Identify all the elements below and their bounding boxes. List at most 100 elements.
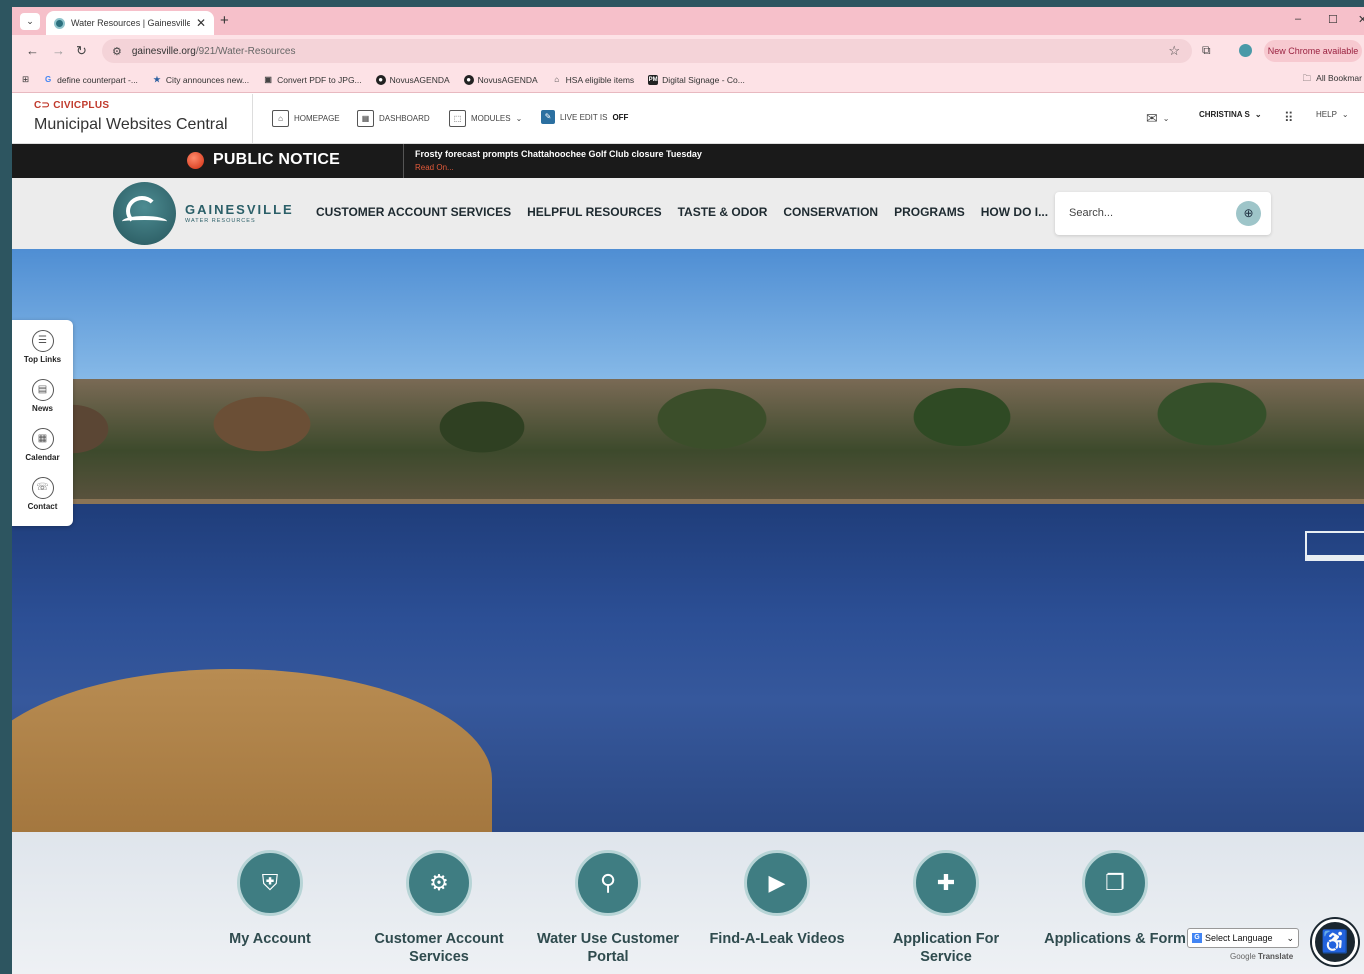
gainesville-logo-icon[interactable] xyxy=(113,182,176,245)
browser-window: ⌄ Water Resources | Gainesville, G ✕ + –… xyxy=(12,7,1364,974)
close-window-button[interactable]: ✕ xyxy=(1358,13,1364,26)
card-my-account[interactable]: ⛨ My Account xyxy=(190,850,350,948)
site-info-icon[interactable]: ⚙ xyxy=(112,45,122,58)
accessibility-icon[interactable]: ♿ xyxy=(1312,919,1358,965)
chevron-down-icon: ⌄ xyxy=(1286,932,1294,943)
bookmark-item[interactable]: ★ City announces new... xyxy=(152,75,249,85)
nav-taste-odor[interactable]: TASTE & ODOR xyxy=(678,205,768,219)
back-arrow-icon[interactable]: ← xyxy=(26,43,39,58)
documents-icon: ❐ xyxy=(1082,850,1148,916)
all-bookmarks-button[interactable]: 🗀 All Bookmar xyxy=(1303,73,1362,87)
chevron-down-icon: ⌄ xyxy=(1162,114,1170,123)
nav-helpful-resources[interactable]: HELPFUL RESOURCES xyxy=(527,205,661,219)
cp-mark-icon: C⊃ xyxy=(34,100,54,111)
site-header: GAINESVILLE WATER RESOURCES CUSTOMER ACC… xyxy=(12,178,1364,249)
maximize-button[interactable]: ☐ xyxy=(1328,13,1338,26)
homepage-label: HOMEPAGE xyxy=(294,114,340,123)
minimize-button[interactable]: – xyxy=(1295,13,1301,25)
homepage-link[interactable]: ⌂ HOMEPAGE xyxy=(272,110,340,127)
signage-icon: PM xyxy=(648,74,659,85)
app-grid-button[interactable]: ⠿ xyxy=(1284,110,1294,126)
nav-conservation[interactable]: CONSERVATION xyxy=(783,205,878,219)
language-select[interactable]: G Select Language ⌄ xyxy=(1187,928,1299,948)
main-nav: CUSTOMER ACCOUNT SERVICES HELPFUL RESOUR… xyxy=(316,205,1064,219)
bookmark-item[interactable]: ▣ Convert PDF to JPG... xyxy=(263,74,361,85)
hero-lake-image xyxy=(12,249,1364,832)
nav-customer-account-services[interactable]: CUSTOMER ACCOUNT SERVICES xyxy=(316,205,511,219)
convert-icon: ▣ xyxy=(264,74,272,84)
civicplus-brand: CIVICPLUS xyxy=(53,100,110,111)
side-link-label: Top Links xyxy=(23,355,62,364)
home-icon: ⌂ xyxy=(272,110,289,127)
profile-icon[interactable] xyxy=(1239,44,1252,57)
side-link-label: News xyxy=(32,404,53,413)
logo-name[interactable]: GAINESVILLE xyxy=(185,202,294,217)
bookmark-item[interactable]: ● NovusAGENDA xyxy=(375,74,450,85)
side-link-top-links[interactable]: ☰ Top Links xyxy=(12,330,73,364)
quick-side-links: ☰ Top Links ▤ News ▦ Calendar ☏ Contact xyxy=(12,320,73,526)
tab-search-dropdown[interactable]: ⌄ xyxy=(20,13,40,30)
modules-menu[interactable]: ⬚ MODULES ⌄ xyxy=(449,110,522,127)
forward-arrow-icon[interactable]: → xyxy=(52,43,65,58)
bookmark-label: NovusAGENDA xyxy=(477,74,538,85)
side-link-calendar[interactable]: ▦ Calendar xyxy=(12,428,73,462)
dashboard-link[interactable]: ▦ DASHBOARD xyxy=(357,110,430,127)
hero-treeline xyxy=(12,379,1364,509)
site-search-input[interactable]: Search... ⊕ xyxy=(1055,192,1271,235)
live-edit-state: OFF xyxy=(612,112,629,122)
browser-tab[interactable]: Water Resources | Gainesville, G ✕ xyxy=(46,11,214,35)
modules-icon: ⬚ xyxy=(449,110,466,127)
card-application-for-service[interactable]: ✚ Application For Service xyxy=(866,850,1026,966)
nav-programs[interactable]: PROGRAMS xyxy=(894,205,965,219)
extensions-icon[interactable]: ⧉ xyxy=(1202,43,1211,58)
hero-sky xyxy=(12,249,1364,399)
reload-icon[interactable]: ↻ xyxy=(76,43,87,59)
card-find-a-leak-videos[interactable]: ▶ Find-A-Leak Videos xyxy=(697,850,857,948)
chrome-update-button[interactable]: New Chrome available xyxy=(1264,40,1362,62)
search-icon[interactable]: ⊕ xyxy=(1236,201,1261,226)
url-host: gainesville.org xyxy=(131,45,196,57)
powered-by-google-translate[interactable]: Google Translate xyxy=(1230,952,1293,961)
help-menu[interactable]: HELP ⌄ xyxy=(1316,110,1349,119)
card-label: Water Use Customer Portal xyxy=(536,931,680,965)
quick-link-cards: ⛨ My Account ⚙ Customer Account Services ⚲… xyxy=(12,832,1364,974)
card-water-use-portal[interactable]: ⚲ Water Use Customer Portal xyxy=(528,850,688,966)
bookmark-label: NovusAGENDA xyxy=(389,74,450,85)
side-link-label: Contact xyxy=(27,502,58,511)
bookmark-item[interactable]: PM Digital Signage - Co... xyxy=(648,74,745,85)
apps-grid-icon[interactable]: ⊞ xyxy=(22,74,29,85)
admin-divider xyxy=(252,94,253,144)
card-applications-forms[interactable]: ❐ Applications & Form xyxy=(1035,850,1195,948)
address-bar[interactable]: ⚙ gainesville.org/921/Water-Resources ☆ xyxy=(102,39,1192,63)
search-placeholder: Search... xyxy=(1069,207,1114,219)
bookmark-item[interactable]: Gdefine counterpart -... xyxy=(43,75,138,85)
side-link-contact[interactable]: ☏ Contact xyxy=(12,477,73,511)
nav-how-do-i[interactable]: HOW DO I... xyxy=(981,205,1048,219)
card-label: Application For Service xyxy=(892,931,1000,965)
google-translate-icon: G xyxy=(1192,933,1202,943)
bookmark-label: HSA eligible items xyxy=(565,74,635,85)
user-name: CHRISTINA S xyxy=(1199,110,1250,119)
city-icon: ★ xyxy=(153,74,161,84)
card-label: Find-A-Leak Videos xyxy=(709,931,845,947)
tab-close-icon[interactable]: ✕ xyxy=(196,16,206,30)
calendar-icon: ▦ xyxy=(31,428,54,450)
bookmark-item[interactable]: ⌂ HSA eligible items xyxy=(552,74,635,85)
user-menu[interactable]: CHRISTINA S ⌄ xyxy=(1199,110,1262,119)
bookmark-item[interactable]: ● NovusAGENDA xyxy=(463,74,538,85)
new-tab-button[interactable]: + xyxy=(220,12,229,29)
url-path: /921/Water-Resources xyxy=(195,45,296,57)
live-edit-toggle[interactable]: ✎ LIVE EDIT IS OFF xyxy=(541,110,628,124)
bookmark-label: Digital Signage - Co... xyxy=(662,74,745,85)
messages-button[interactable]: ✉ ⌄ xyxy=(1146,110,1169,127)
bookmark-star-icon[interactable]: ☆ xyxy=(1168,43,1180,59)
card-customer-account-services[interactable]: ⚙ Customer Account Services xyxy=(359,850,519,966)
card-label: Customer Account Services xyxy=(374,931,504,965)
side-link-news[interactable]: ▤ News xyxy=(12,379,73,413)
live-edit-icon: ✎ xyxy=(541,110,555,124)
notice-headline[interactable]: Frosty forecast prompts Chattahoochee Go… xyxy=(415,149,702,159)
notice-read-on-link[interactable]: Read On... xyxy=(415,163,454,172)
logo-subtitle: WATER RESOURCES xyxy=(185,218,256,224)
hsa-icon: ⌂ xyxy=(554,74,560,84)
civicplus-logo[interactable]: C⊃ CIVICPLUS xyxy=(34,100,109,111)
